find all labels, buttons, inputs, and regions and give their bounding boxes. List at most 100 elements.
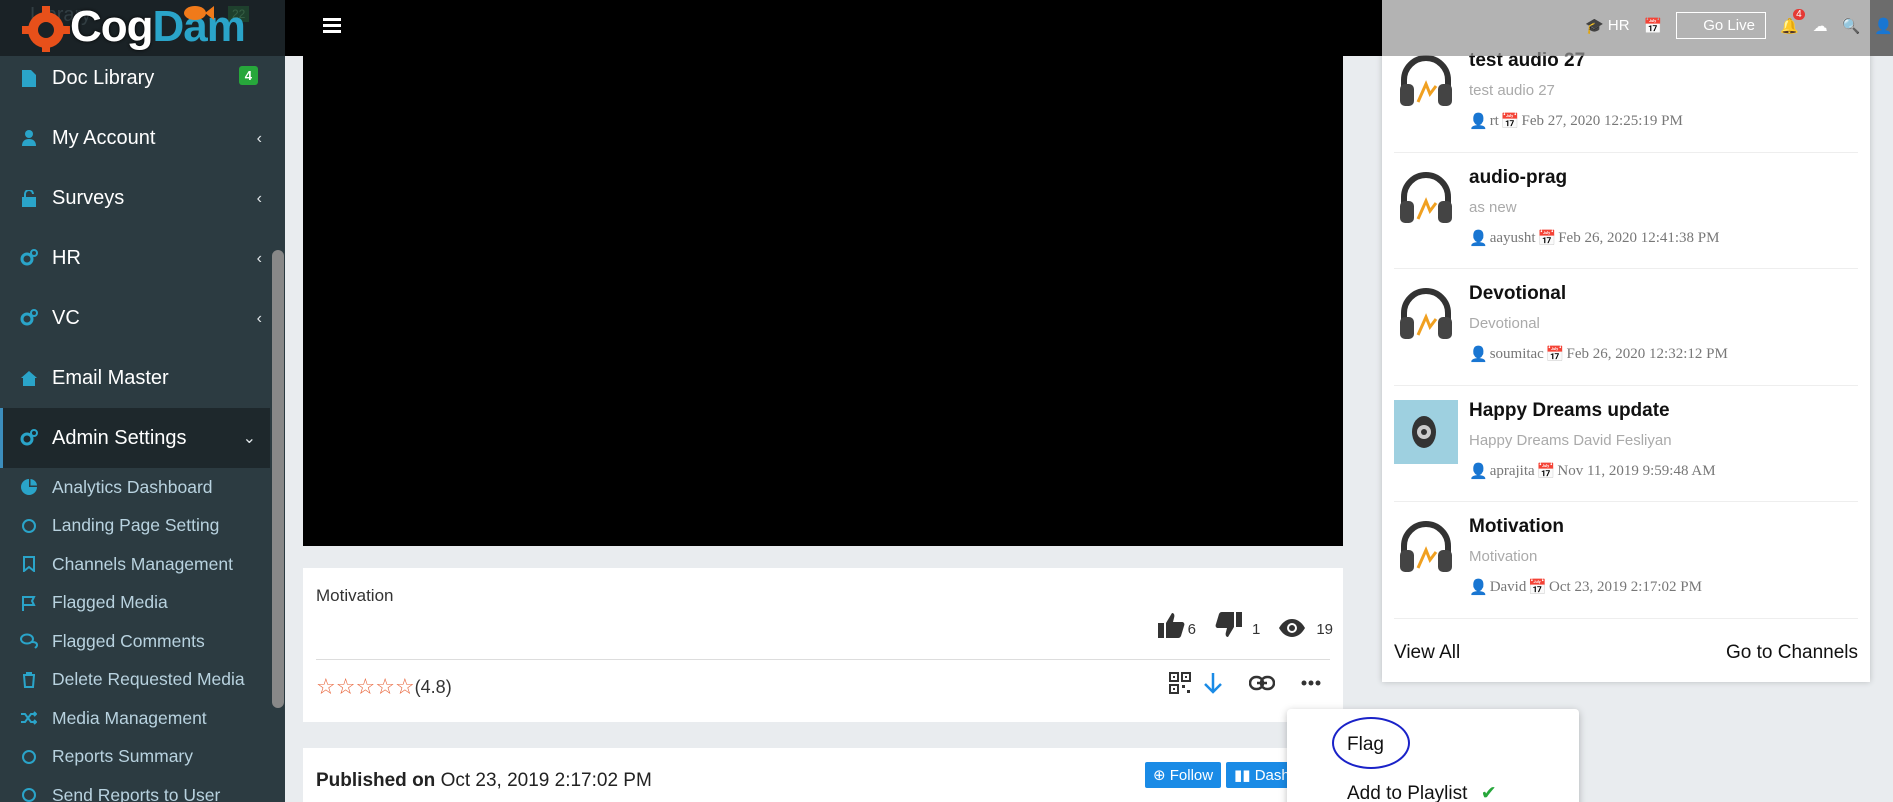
star-icon[interactable]: ☆	[375, 676, 395, 698]
audio-meta: 👤 aayusht 📅 Feb 26, 2020 12:41:38 PM	[1469, 229, 1719, 248]
audio-date: Nov 11, 2019 9:59:48 AM	[1557, 462, 1716, 479]
lock-icon	[20, 189, 38, 207]
add-to-playlist-menu-item[interactable]: Add to Playlist ✔	[1347, 782, 1497, 802]
star-icon[interactable]: ☆	[355, 676, 375, 698]
star-rating[interactable]: ☆ ☆ ☆ ☆ ☆ (4.8)	[316, 676, 452, 698]
calendar-icon: 📅	[1500, 114, 1520, 130]
audio-date: Feb 27, 2020 12:25:19 PM	[1521, 113, 1683, 129]
cloud-upload-icon[interactable]: ☁	[1813, 17, 1828, 35]
view-all-link[interactable]: View All	[1394, 642, 1460, 664]
media-info-card: Motivation 6 1 19 ☆ ☆ ☆ ☆ ☆ (4.8)	[303, 568, 1343, 722]
sidebar-item-vc[interactable]: VC ‹	[0, 288, 270, 348]
submenu-item-reports-summary[interactable]: Reports Summary	[0, 738, 270, 777]
list-item[interactable]: Devotional Devotional 👤 soumitac 📅 Feb 26,…	[1394, 269, 1858, 386]
submenu-item-label: Landing Page Setting	[52, 515, 220, 536]
sidebar-item-surveys[interactable]: Surveys ‹	[0, 168, 270, 228]
sidebar-item-label: VC	[52, 306, 80, 329]
photo-thumbnail	[1394, 399, 1458, 464]
chevron-left-icon: ‹	[256, 130, 262, 147]
headphones-thumbnail	[1400, 171, 1452, 223]
submenu-item-label: Flagged Media	[52, 592, 168, 613]
thumbs-down-icon	[1215, 612, 1242, 637]
search-icon[interactable]: 🔍	[1842, 17, 1861, 35]
view-count: 19	[1316, 621, 1333, 638]
published-label: Published on	[316, 770, 436, 791]
submenu-item-send-reports[interactable]: Send Reports to User	[0, 776, 270, 802]
qrcode-icon[interactable]	[1169, 672, 1191, 694]
link-icon[interactable]	[1249, 675, 1275, 691]
go-live-button[interactable]: Go Live	[1676, 12, 1766, 39]
submenu-item-analytics-dashboard[interactable]: Analytics Dashboard	[0, 468, 270, 507]
thumbs-up-icon	[1157, 613, 1185, 638]
audio-meta: 👤 David 📅 Oct 23, 2019 2:17:02 PM	[1469, 578, 1702, 597]
user-icon: 👤	[1469, 114, 1488, 130]
audio-desc: test audio 27	[1469, 82, 1555, 99]
download-icon[interactable]	[1203, 672, 1223, 694]
fish-icon	[184, 6, 214, 20]
chevron-left-icon: ‹	[256, 250, 262, 267]
check-icon: ✔	[1480, 783, 1497, 802]
more-options-icon[interactable]	[1301, 680, 1321, 686]
calendar-icon: 📅	[1528, 580, 1548, 596]
submenu-item-landing-page-setting[interactable]: Landing Page Setting	[0, 507, 270, 546]
chevron-left-icon: ‹	[256, 310, 262, 327]
comments-icon	[20, 632, 38, 650]
flag-menu-item[interactable]: Flag	[1347, 734, 1384, 756]
bell-icon[interactable]: 🔔 4	[1780, 8, 1805, 35]
graduation-cap-icon[interactable]: 🎓	[1585, 17, 1604, 35]
submenu-item-flagged-media[interactable]: Flagged Media	[0, 584, 270, 623]
submenu-item-flagged-comments[interactable]: Flagged Comments	[0, 622, 270, 661]
star-icon[interactable]: ☆	[395, 676, 415, 698]
submenu-item-delete-requested-media[interactable]: Delete Requested Media	[0, 661, 270, 700]
calendar-icon[interactable]: 📅	[1644, 17, 1663, 35]
home-icon	[20, 369, 38, 387]
go-to-channels-link[interactable]: Go to Channels	[1726, 642, 1858, 664]
like-button[interactable]: 6	[1157, 612, 1196, 638]
circle-icon	[20, 517, 38, 535]
submenu-item-channels-management[interactable]: Channels Management	[0, 545, 270, 584]
sidebar-item-email-master[interactable]: Email Master	[0, 348, 270, 408]
dislike-count: 1	[1251, 621, 1261, 638]
follow-button[interactable]: ⊕ Follow	[1145, 762, 1222, 788]
headphones-thumbnail	[1400, 288, 1452, 339]
cogs-icon	[20, 249, 38, 267]
sidebar-item-doc-library[interactable]: Doc Library 4	[0, 48, 270, 108]
list-item[interactable]: audio-prag as new 👤 aayusht 📅 Feb 26, 2020…	[1394, 153, 1858, 269]
audio-meta: 👤 aprajita 📅 Nov 11, 2019 9:59:48 AM	[1469, 462, 1716, 481]
headphones-thumbnail	[1400, 521, 1452, 572]
submenu-item-label: Channels Management	[52, 553, 233, 574]
audio-date: Feb 26, 2020 12:41:38 PM	[1558, 229, 1720, 246]
user-icon: 👤	[1469, 347, 1488, 363]
submenu-item-label: Analytics Dashboard	[52, 476, 213, 497]
audio-user: David	[1489, 579, 1527, 595]
video-player[interactable]	[303, 56, 1343, 546]
sidebar: Library 22 CogDam Doc Library 4 My Accou…	[0, 0, 285, 802]
user-icon[interactable]: 👤	[1874, 17, 1893, 35]
random-icon	[20, 709, 38, 727]
star-icon[interactable]: ☆	[316, 676, 336, 698]
hamburger-menu-icon[interactable]	[323, 18, 341, 36]
media-stats: 6 1 19	[1157, 612, 1333, 638]
views-stat: 19	[1278, 618, 1333, 638]
hr-label[interactable]: HR	[1608, 17, 1630, 34]
go-live-label: Go Live	[1703, 17, 1755, 34]
sidebar-item-my-account[interactable]: My Account ‹	[0, 108, 270, 168]
sidebar-item-admin-settings[interactable]: Admin Settings ⌄	[0, 408, 270, 468]
calendar-icon: 📅	[1537, 230, 1557, 247]
user-icon: 👤	[1469, 230, 1488, 247]
submenu-item-label: Reports Summary	[52, 746, 194, 767]
sidebar-item-hr[interactable]: HR ‹	[0, 228, 270, 288]
user-icon: 👤	[1469, 580, 1488, 596]
list-item[interactable]: Motivation Motivation 👤 David 📅 Oct 23, 20…	[1394, 502, 1858, 619]
count-badge: 4	[238, 66, 258, 85]
user-icon	[20, 129, 38, 147]
chevron-down-icon: ⌄	[242, 430, 256, 447]
sidebar-scrollbar[interactable]	[272, 250, 284, 708]
published-info: Published on Oct 23, 2019 2:17:02 PM	[316, 770, 652, 792]
circle-icon	[20, 786, 38, 802]
submenu-item-media-management[interactable]: Media Management	[0, 699, 270, 738]
sidebar-item-label: Surveys	[52, 186, 125, 209]
list-item[interactable]: Happy Dreams update Happy Dreams David F…	[1394, 386, 1858, 502]
dislike-button[interactable]: 1	[1214, 612, 1260, 638]
star-icon[interactable]: ☆	[336, 676, 356, 698]
